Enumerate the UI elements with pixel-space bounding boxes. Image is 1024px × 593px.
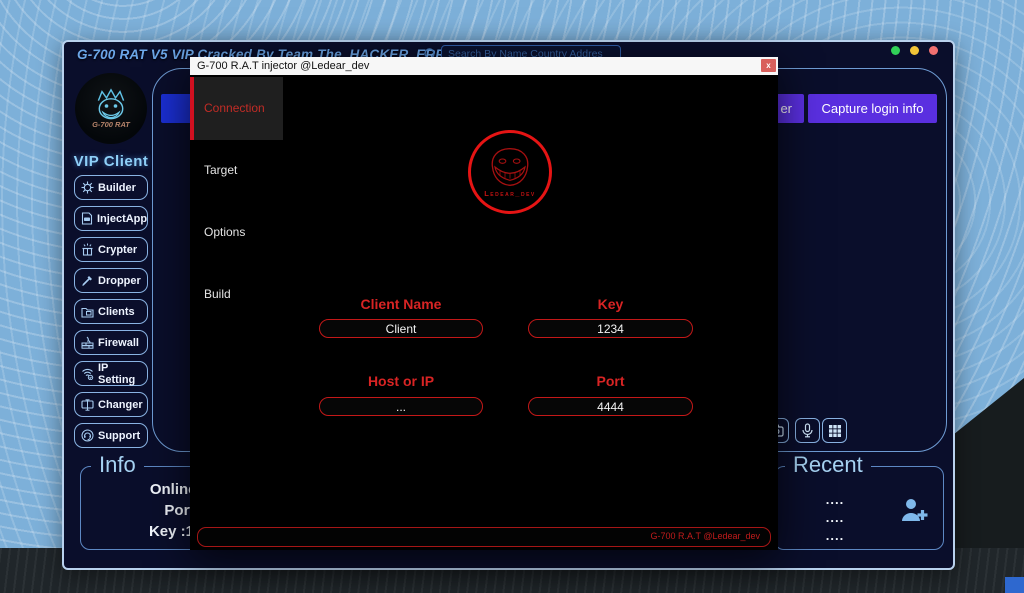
sidebar-item-ipsetting[interactable]: IP Setting	[74, 361, 148, 386]
firewall-icon	[81, 336, 94, 349]
sidebar-item-firewall[interactable]: Firewall	[74, 330, 148, 355]
microphone-icon[interactable]	[795, 418, 820, 443]
desktop-corner-rect	[1005, 577, 1024, 593]
client-name-input[interactable]	[319, 319, 483, 338]
close-icon[interactable]: x	[761, 59, 776, 72]
traffic-light-green[interactable]	[891, 46, 900, 55]
port-input[interactable]	[528, 397, 693, 416]
dialog-logo-caption: Ledear_dev	[484, 189, 536, 198]
virus-icon	[81, 181, 94, 194]
recent-row: ....	[803, 509, 867, 527]
app-logo: G-700 RAT	[75, 73, 147, 144]
tab-build[interactable]: Build	[204, 287, 231, 301]
sidebar-item-label: Firewall	[98, 337, 139, 349]
recent-row: ....	[803, 491, 867, 509]
recent-row: ....	[803, 527, 867, 545]
sidebar-item-label: InjectApp	[97, 213, 147, 225]
logo-text: G-700 RAT	[92, 120, 130, 129]
key-input[interactable]	[528, 319, 693, 338]
sidebar-item-label: Changer	[98, 399, 143, 411]
host-label: Host or IP	[319, 373, 483, 389]
recent-panel: Recent .... .... ....	[774, 466, 944, 550]
monitor-icon	[81, 399, 94, 411]
sidebar-item-label: Clients	[98, 306, 135, 318]
sidebar-item-injectapp[interactable]: InjectApp	[74, 206, 148, 231]
wifi-icon	[81, 367, 94, 380]
sidebar-item-builder[interactable]: Builder	[74, 175, 148, 200]
client-name-label: Client Name	[319, 296, 483, 312]
folder-icon	[81, 306, 94, 318]
capture-login-info-button[interactable]: Capture login info	[808, 94, 937, 123]
add-user-icon[interactable]	[899, 495, 929, 525]
injector-dialog: G-700 R.A.T injector @Ledear_dev x Conne…	[190, 57, 778, 550]
sidebar-item-label: Support	[98, 430, 140, 442]
sidebar-item-changer[interactable]: Changer	[74, 392, 148, 417]
tab-target[interactable]: Target	[204, 163, 237, 177]
dialog-footer: G-700 R.A.T @Ledear_dev	[197, 527, 771, 547]
sidebar-item-label: Dropper	[98, 275, 141, 287]
sidebar-item-clients[interactable]: Clients	[74, 299, 148, 324]
dropper-icon	[81, 274, 94, 287]
dialog-logo: Ledear_dev	[468, 130, 552, 214]
dialog-title: G-700 R.A.T injector @Ledear_dev	[197, 57, 369, 75]
traffic-light-yellow[interactable]	[910, 46, 919, 55]
key-label: Key	[528, 296, 693, 312]
trollface-icon	[485, 146, 535, 188]
grid-icon[interactable]	[822, 418, 847, 443]
sidebar-item-label: Crypter	[98, 244, 137, 256]
traffic-light-red[interactable]	[929, 46, 938, 55]
vip-client-label: VIP Client	[64, 153, 158, 170]
info-legend: Info	[91, 452, 144, 478]
sidebar-item-crypter[interactable]: Crypter	[74, 237, 148, 262]
box-icon	[81, 243, 94, 256]
dialog-titlebar[interactable]: G-700 R.A.T injector @Ledear_dev x	[190, 57, 778, 75]
tab-connection[interactable]: Connection	[204, 101, 265, 115]
tab-options[interactable]: Options	[204, 225, 245, 239]
sidebar-item-label: Builder	[98, 182, 136, 194]
recent-legend: Recent	[785, 452, 871, 478]
host-input[interactable]	[319, 397, 483, 416]
sidebar-item-label: IP Setting	[98, 362, 147, 386]
file-api-icon	[81, 212, 93, 225]
menu-active-bar	[190, 77, 194, 140]
sidebar-item-dropper[interactable]: Dropper	[74, 268, 148, 293]
sidebar-item-support[interactable]: Support	[74, 423, 148, 448]
port-label: Port	[528, 373, 693, 389]
headset-icon	[81, 429, 94, 442]
